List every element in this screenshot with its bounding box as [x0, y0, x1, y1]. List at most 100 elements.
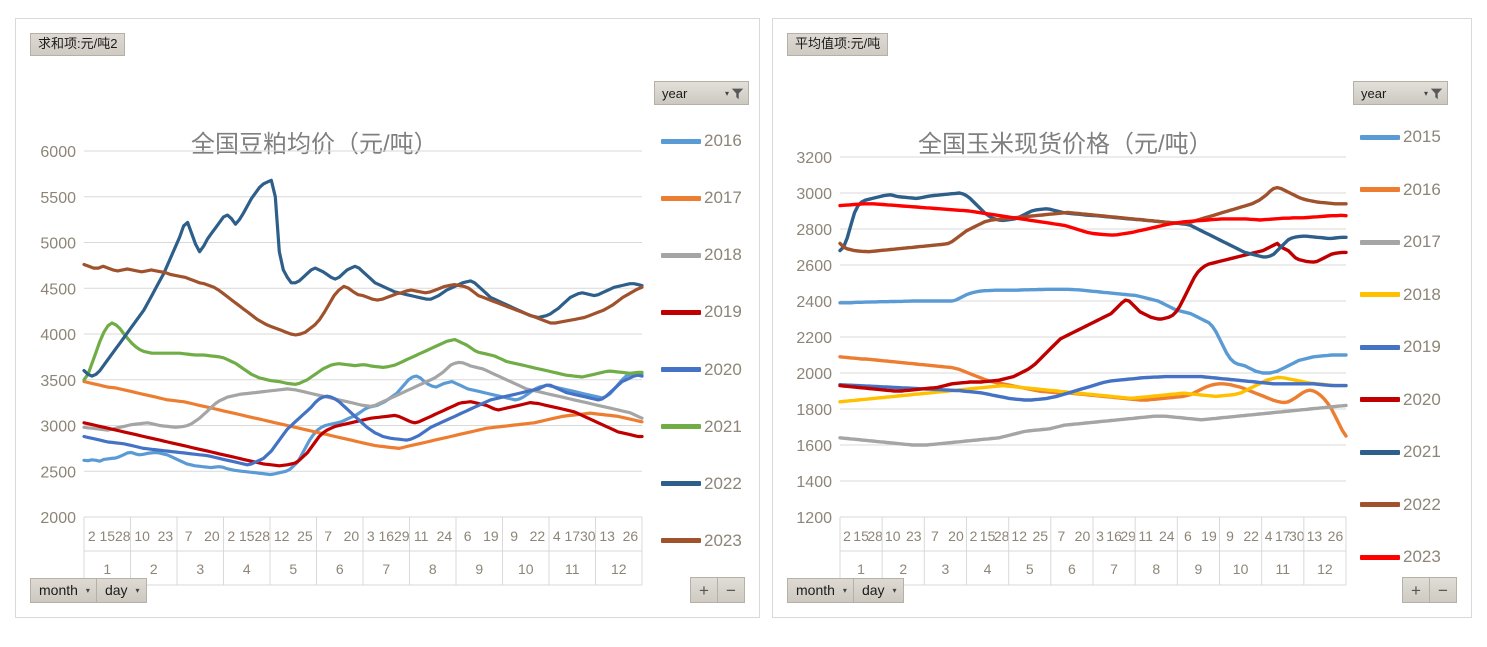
- day-tick-label: 28: [867, 528, 883, 544]
- day-tick-label: 28: [994, 528, 1010, 544]
- chevron-down-icon-right[interactable]: ▾: [1424, 89, 1428, 98]
- chevron-down-icon-left[interactable]: ▾: [725, 89, 729, 98]
- slicer-year-left[interactable]: year ▾: [654, 81, 749, 105]
- legend-item-2019[interactable]: 2019: [1360, 337, 1441, 357]
- legend-label-2021: 2021: [704, 416, 742, 436]
- legend-swatch-2021: [661, 424, 701, 430]
- month-tick-label: 12: [1317, 561, 1333, 577]
- legend-item-2019[interactable]: 2019: [661, 302, 742, 322]
- field-pill-day-right[interactable]: day ▾: [852, 578, 904, 603]
- day-tick-label: 12: [274, 528, 290, 544]
- panel-corn-spot: 平均值项:元/吨 全国玉米现货价格（元/吨） 1200 1400 1600 1800 2…: [772, 18, 1472, 618]
- legend-label-2017: 2017: [1403, 232, 1441, 251]
- bottom-fields-right: month ▾ day ▾: [787, 578, 904, 603]
- field-pill-month-left[interactable]: month ▾: [30, 578, 96, 603]
- legend-item-2020[interactable]: 2020: [661, 360, 742, 380]
- legend-item-2022[interactable]: 2022: [661, 474, 742, 494]
- legend-label-2016: 2016: [1403, 179, 1441, 199]
- chevron-down-icon-day-right[interactable]: ▾: [893, 586, 897, 595]
- slicer-year-right[interactable]: year ▾: [1353, 81, 1448, 105]
- legend-swatch-2019: [661, 309, 701, 315]
- field-pill-month-right[interactable]: month ▾: [787, 578, 853, 603]
- month-tick-label: 9: [475, 561, 483, 577]
- chevron-down-icon-month-left[interactable]: ▾: [86, 586, 90, 595]
- day-tick-label: 6: [1184, 528, 1192, 544]
- month-tick-label: 1: [857, 561, 865, 577]
- collapse-field-button-right[interactable]: −: [1429, 577, 1457, 603]
- month-tick-label: 1: [103, 561, 111, 577]
- day-tick-label: 20: [344, 528, 360, 544]
- y-axis-tick-label: 1200: [796, 510, 832, 527]
- day-tick-label: 29: [1120, 528, 1136, 544]
- field-pill-day-left[interactable]: day ▾: [95, 578, 147, 603]
- legend-item-2018[interactable]: 2018: [661, 245, 742, 265]
- month-tick-label: 2: [150, 561, 158, 577]
- legend-item-2021[interactable]: 2021: [661, 417, 742, 437]
- day-tick-label: 9: [510, 528, 518, 544]
- day-tick-label: 15: [99, 528, 115, 544]
- bottom-fields-left: month ▾ day ▾: [30, 578, 147, 603]
- day-tick-label: 10: [134, 528, 150, 544]
- y-axis-tick-label: 2500: [40, 464, 76, 481]
- legend-item-2020[interactable]: 2020: [1360, 390, 1441, 410]
- legend-swatch-2022: [1360, 502, 1400, 507]
- legend-swatch-2021: [1360, 449, 1400, 455]
- series-line-2016: [838, 355, 1348, 438]
- legend-label-2020: 2020: [1403, 389, 1441, 409]
- day-tick-label: 3: [1096, 528, 1104, 544]
- day-tick-label: 11: [1138, 528, 1153, 544]
- dashboard-root: 求和项:元/吨2 全国豆粕均价（元/吨） 2000 2500 3000 3500 400…: [0, 0, 1487, 647]
- chevron-down-icon-day-left[interactable]: ▾: [136, 586, 140, 595]
- day-tick-label: 4: [553, 528, 561, 544]
- expand-field-button-right[interactable]: +: [1402, 577, 1429, 603]
- day-tick-label: 20: [1075, 528, 1091, 544]
- legend-swatch-2020: [1360, 397, 1400, 402]
- day-tick-label: 3: [367, 528, 375, 544]
- expand-field-button-left[interactable]: +: [690, 577, 717, 603]
- day-tick-label: 2: [843, 528, 851, 544]
- filter-funnel-icon-right[interactable]: [1430, 87, 1443, 100]
- day-tick-label: 2: [88, 528, 96, 544]
- day-tick-label: 13: [1307, 528, 1323, 544]
- day-tick-label: 12: [1011, 528, 1027, 544]
- y-axis-tick-label: 1800: [796, 402, 832, 419]
- day-tick-label: 24: [1159, 528, 1175, 544]
- chevron-down-icon-month-right[interactable]: ▾: [843, 586, 847, 595]
- filter-funnel-icon-left[interactable]: [731, 87, 744, 100]
- pivot-value-field-button-left[interactable]: 求和项:元/吨2: [30, 33, 126, 56]
- day-tick-label: 26: [1328, 528, 1344, 544]
- day-tick-label: 7: [185, 528, 193, 544]
- month-tick-label: 3: [196, 561, 204, 577]
- day-tick-label: 4: [1265, 528, 1273, 544]
- legend-item-2016[interactable]: 2016: [1360, 180, 1441, 200]
- day-tick-label: 7: [324, 528, 332, 544]
- y-axis-tick-label: 2600: [796, 258, 832, 275]
- day-tick-label: 26: [623, 528, 639, 544]
- legend-item-2023[interactable]: 2023: [1360, 547, 1441, 567]
- legend-item-2015[interactable]: 2015: [1360, 127, 1441, 147]
- legend-item-2017[interactable]: 2017: [661, 188, 742, 208]
- legend-item-2018[interactable]: 2018: [1360, 285, 1441, 305]
- y-axis-tick-label: 5000: [40, 236, 76, 253]
- pivot-value-field-button-right[interactable]: 平均值项:元/吨: [787, 33, 889, 56]
- legend-item-2017[interactable]: 2017: [1360, 232, 1441, 252]
- y-axis-tick-label: 5500: [40, 190, 76, 207]
- legend-swatch-2022: [661, 481, 701, 487]
- day-tick-label: 28: [254, 528, 270, 544]
- series-line-2022: [82, 178, 644, 378]
- y-axis-tick-label: 3000: [796, 186, 832, 203]
- y-axis-tick-label: 2000: [796, 366, 832, 383]
- legend-label-2020: 2020: [704, 359, 742, 379]
- legend-label-2016: 2016: [704, 131, 742, 150]
- slicer-label-right: year: [1361, 85, 1387, 101]
- day-tick-label: 16: [378, 528, 394, 544]
- legend-item-2023[interactable]: 2023: [661, 531, 742, 551]
- legend-label-2022: 2022: [704, 473, 742, 493]
- legend-item-2021[interactable]: 2021: [1360, 442, 1441, 462]
- month-tick-label: 7: [1110, 561, 1118, 577]
- legend-item-2022[interactable]: 2022: [1360, 495, 1441, 515]
- collapse-field-button-left[interactable]: −: [717, 577, 745, 603]
- series-line-2023: [838, 202, 1348, 237]
- legend-swatch-2017: [1360, 239, 1400, 245]
- legend-item-2016[interactable]: 2016: [661, 131, 742, 151]
